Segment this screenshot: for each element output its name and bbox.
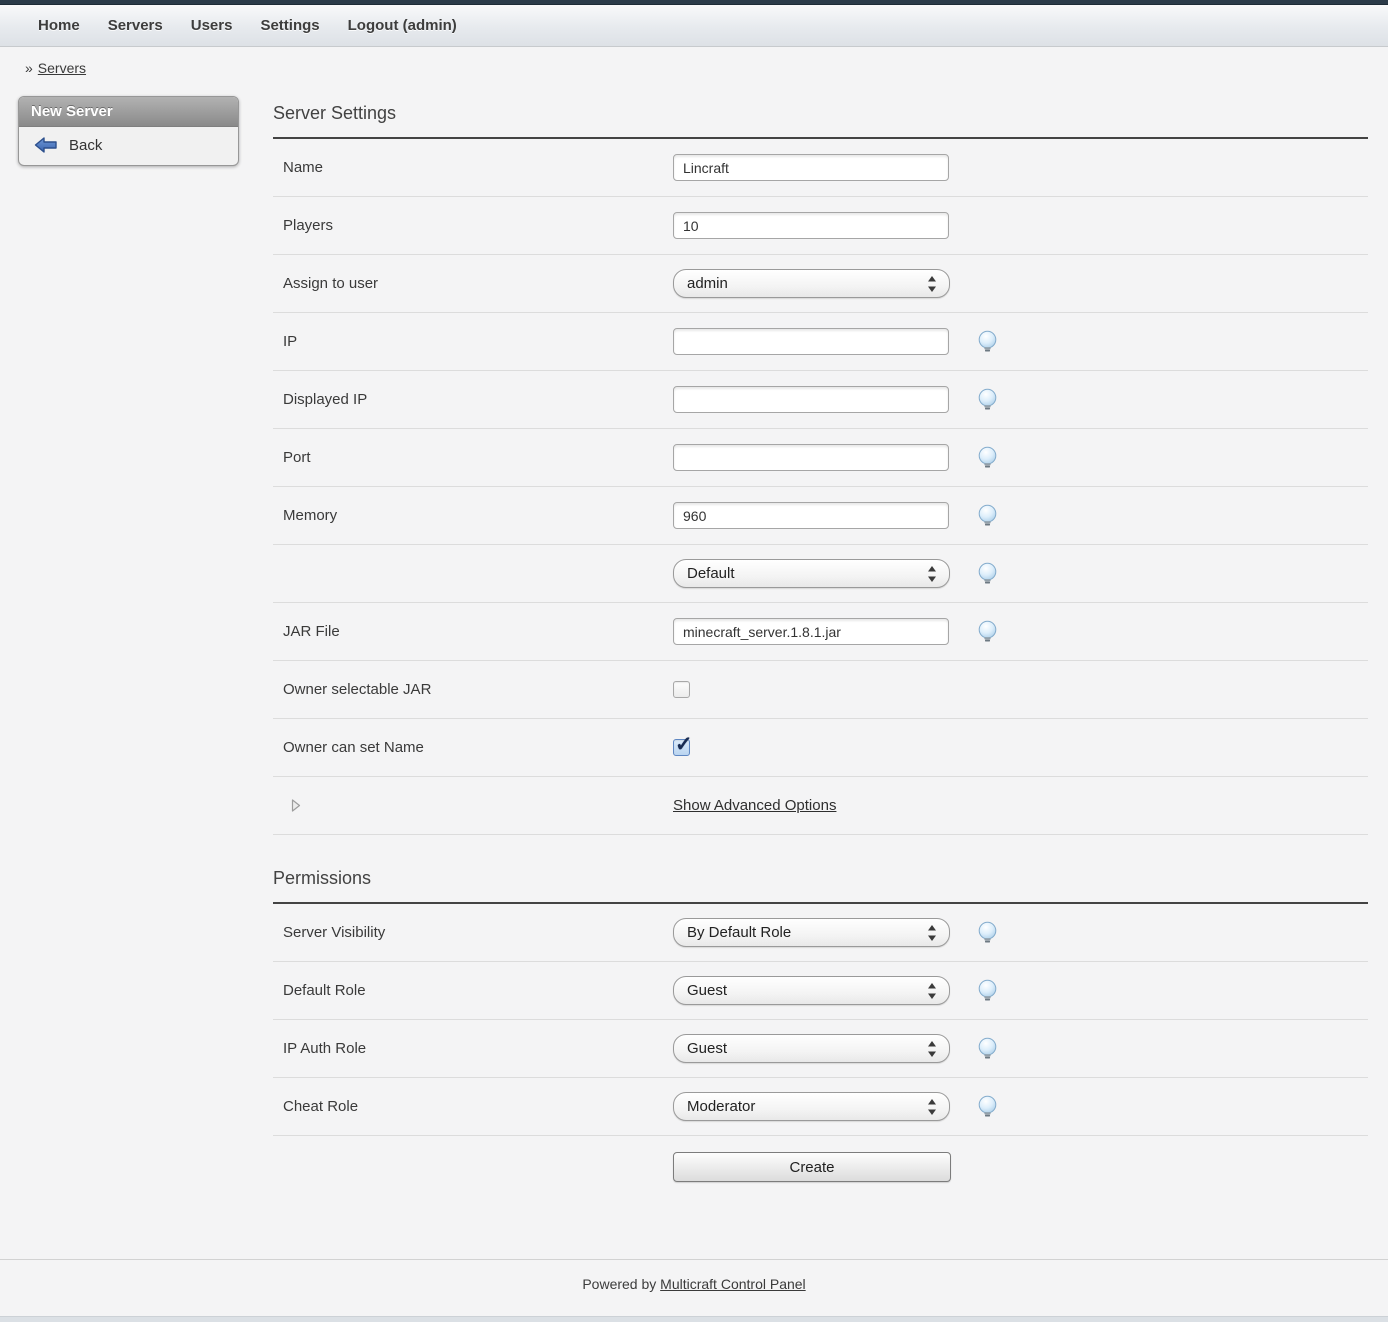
assign-to-user-select[interactable]: admin [673,269,950,298]
nav-item-servers[interactable]: Servers [108,17,163,34]
cheat-role-selected-value: Moderator [687,1098,755,1115]
form-row-default-dropdown: Default [273,545,1368,603]
form-row-advanced-options: Show Advanced Options [273,777,1368,835]
breadcrumb-link-servers[interactable]: Servers [38,60,86,76]
owner-selectable-jar-label: Owner selectable JAR [273,681,673,698]
updown-arrows-icon [927,1099,937,1115]
assign-to-user-label: Assign to user [273,275,673,292]
nav-item-home[interactable]: Home [38,17,80,34]
ip-auth-role-label: IP Auth Role [273,1040,673,1057]
owner-can-set-name-checkbox[interactable]: ✓ [673,739,690,756]
ip-auth-role-hint-bulb-icon[interactable] [976,1037,999,1060]
bottom-strip [0,1316,1388,1322]
breadcrumb-symbol: » [25,60,33,76]
default-role-hint-bulb-icon[interactable] [976,979,999,1002]
ip-input[interactable] [673,328,949,355]
form-row-ip-auth-role: IP Auth Role Guest [273,1020,1368,1078]
form-row-displayed-ip: Displayed IP [273,371,1368,429]
cheat-role-hint-bulb-icon[interactable] [976,1095,999,1118]
nav-item-users[interactable]: Users [191,17,233,34]
server-visibility-label: Server Visibility [273,924,673,941]
sidebar-panel: New Server Back [18,96,239,166]
back-arrow-icon [34,136,58,154]
form-area: Server Settings Name Players Assign to u… [273,77,1368,1198]
updown-arrows-icon [927,983,937,999]
updown-arrows-icon [927,276,937,292]
form-row-jar-file: JAR File [273,603,1368,661]
updown-arrows-icon [927,925,937,941]
default-selected-value: Default [687,565,735,582]
server-settings-heading: Server Settings [273,103,1368,137]
assign-to-user-selected-value: admin [687,275,728,292]
default-select[interactable]: Default [673,559,950,588]
breadcrumb: » Servers [0,47,1388,77]
form-row-cheat-role: Cheat Role Moderator [273,1078,1368,1136]
sidebar-panel-body: Back [19,127,238,165]
back-button[interactable]: Back [19,133,238,157]
form-row-ip: IP [273,313,1368,371]
displayed-ip-hint-bulb-icon[interactable] [976,388,999,411]
footer: Powered by Multicraft Control Panel [0,1259,1388,1292]
disclosure-triangle-icon[interactable] [291,799,301,812]
cheat-role-label: Cheat Role [273,1098,673,1115]
form-row-create: Create [273,1136,1368,1198]
form-row-players: Players [273,197,1368,255]
nav-item-logout[interactable]: Logout (admin) [348,17,457,34]
ip-auth-role-select[interactable]: Guest [673,1034,950,1063]
advanced-options-toggle [273,799,673,812]
jar-file-label: JAR File [273,623,673,640]
owner-selectable-jar-checkbox[interactable]: ✓ [673,681,690,698]
ip-auth-role-selected-value: Guest [687,1040,727,1057]
nav-item-settings[interactable]: Settings [260,17,319,34]
owner-can-set-name-label: Owner can set Name [273,739,673,756]
form-row-server-visibility: Server Visibility By Default Role [273,904,1368,962]
name-label: Name [273,159,673,176]
page-body: » Servers New Server Back [0,47,1388,1198]
default-role-select[interactable]: Guest [673,976,950,1005]
footer-multicraft-link[interactable]: Multicraft Control Panel [660,1276,806,1292]
updown-arrows-icon [927,566,937,582]
form-row-default-role: Default Role Guest [273,962,1368,1020]
ip-hint-bulb-icon[interactable] [976,330,999,353]
show-advanced-options-link[interactable]: Show Advanced Options [673,797,836,814]
default-hint-bulb-icon[interactable] [976,562,999,585]
port-hint-bulb-icon[interactable] [976,446,999,469]
form-row-owner-selectable-jar: Owner selectable JAR ✓ [273,661,1368,719]
displayed-ip-input[interactable] [673,386,949,413]
jar-file-hint-bulb-icon[interactable] [976,620,999,643]
form-row-memory: Memory [273,487,1368,545]
memory-hint-bulb-icon[interactable] [976,504,999,527]
players-label: Players [273,217,673,234]
players-input[interactable] [673,212,949,239]
create-button[interactable]: Create [673,1152,951,1182]
form-row-owner-can-set-name: Owner can set Name ✓ [273,719,1368,777]
cheat-role-select[interactable]: Moderator [673,1092,950,1121]
footer-text: Powered by [582,1276,656,1292]
server-visibility-selected-value: By Default Role [687,924,791,941]
form-row-assign-to-user: Assign to user admin [273,255,1368,313]
permissions-section: Permissions Server Visibility By Default… [273,868,1368,1198]
name-input[interactable] [673,154,949,181]
back-button-label: Back [69,137,102,154]
displayed-ip-label: Displayed IP [273,391,673,408]
server-visibility-hint-bulb-icon[interactable] [976,921,999,944]
form-row-name: Name [273,139,1368,197]
port-label: Port [273,449,673,466]
main-nav: Home Servers Users Settings Logout (admi… [0,5,1388,47]
default-role-label: Default Role [273,982,673,999]
memory-label: Memory [273,507,673,524]
ip-label: IP [273,333,673,350]
default-role-selected-value: Guest [687,982,727,999]
port-input[interactable] [673,444,949,471]
updown-arrows-icon [927,1041,937,1057]
sidebar-panel-title: New Server [19,97,238,127]
memory-input[interactable] [673,502,949,529]
checkmark-icon: ✓ [675,732,693,757]
server-visibility-select[interactable]: By Default Role [673,918,950,947]
jar-file-input[interactable] [673,618,949,645]
form-row-port: Port [273,429,1368,487]
permissions-heading: Permissions [273,868,1368,902]
